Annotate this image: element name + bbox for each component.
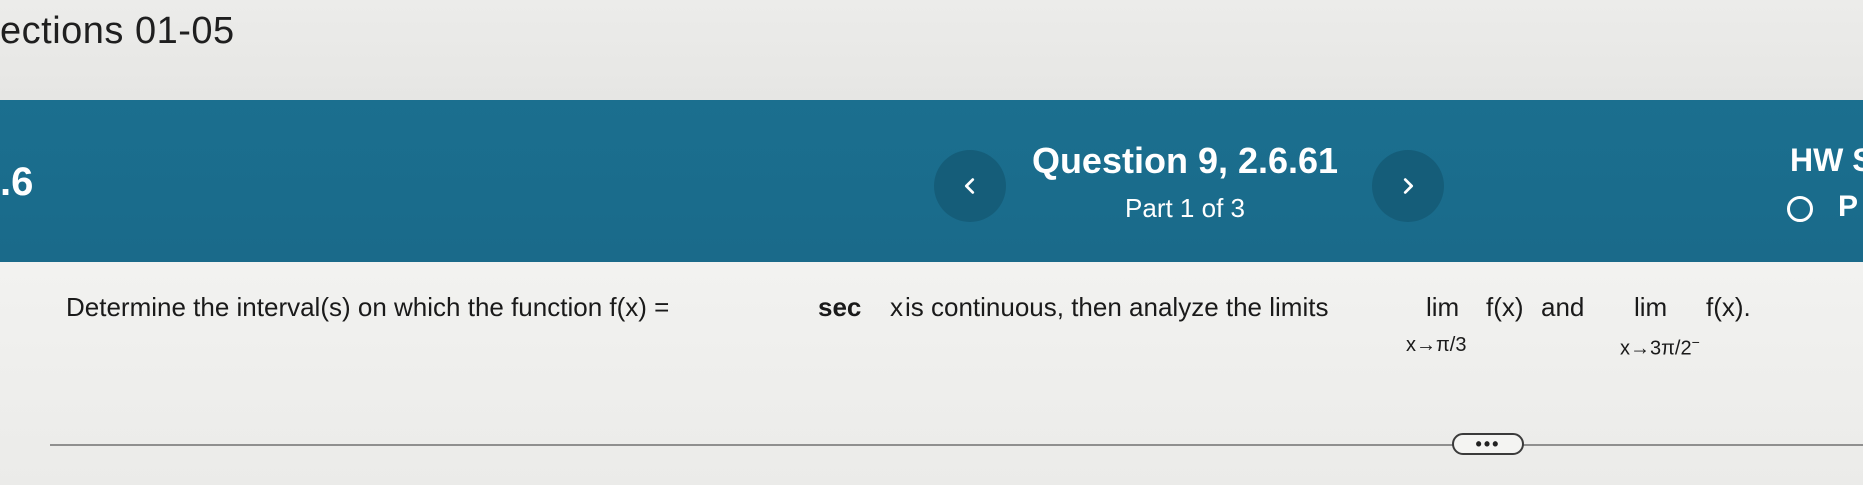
more-options-button[interactable]: ••• — [1452, 433, 1524, 455]
limit-1-expression: f(x) — [1486, 292, 1524, 322]
section-number: .6 — [0, 160, 34, 204]
limit-2-subscript: x→3π/2− — [1620, 334, 1700, 361]
function-arg: x — [890, 292, 903, 322]
question-continuation: is continuous, then analyze the limits — [905, 292, 1329, 322]
next-question-button[interactable] — [1372, 150, 1444, 222]
status-circle-icon — [1787, 196, 1813, 222]
question-content: Determine the interval(s) on which the f… — [0, 262, 1863, 485]
section-divider — [50, 444, 1863, 446]
top-strip: ections 01-05 — [0, 0, 1863, 100]
limit-1-subscript: x→π/3 — [1406, 334, 1467, 356]
limit-2-subscript-text: x→3π/2 — [1620, 337, 1692, 360]
chevron-left-icon — [964, 178, 975, 194]
section-title: ections 01-05 — [0, 10, 235, 52]
chevron-right-icon — [1403, 178, 1414, 194]
limit-2-expression: f(x). — [1706, 292, 1751, 322]
question-part: Part 1 of 3 — [1125, 193, 1245, 223]
function-name: sec — [818, 292, 862, 322]
page: ections 01-05 .6 Question 9, 2.6.61 Part… — [0, 0, 1863, 485]
question-intro: Determine the interval(s) on which the f… — [66, 292, 670, 322]
limit-1-word: lim — [1426, 292, 1460, 322]
limit-2-subscript-sign: − — [1691, 334, 1700, 350]
question-banner: .6 Question 9, 2.6.61 Part 1 of 3 HW S P — [0, 100, 1863, 262]
question-title: Question 9, 2.6.61 — [1031, 140, 1339, 181]
status-letter: P — [1838, 190, 1859, 223]
and-word: and — [1541, 292, 1585, 322]
previous-question-button[interactable] — [934, 150, 1006, 222]
limit-2-word: lim — [1634, 292, 1668, 322]
hw-score-label: HW S — [1790, 142, 1863, 178]
